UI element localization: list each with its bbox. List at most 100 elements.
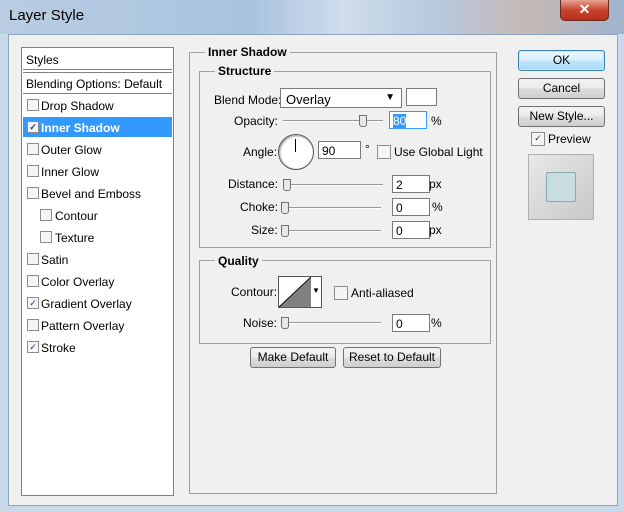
chevron-down-icon: ▼: [312, 286, 320, 295]
style-item-label: Bevel and Emboss: [41, 187, 142, 201]
choke-value: 0: [396, 201, 403, 215]
make-default-button[interactable]: Make Default: [250, 347, 336, 368]
reset-to-default-button[interactable]: Reset to Default: [343, 347, 441, 368]
style-item-inner-shadow[interactable]: ✓ Inner Shadow: [23, 117, 172, 137]
dialog-client: Styles Blending Options: Default Drop Sh…: [8, 34, 618, 506]
angle-unit: °: [365, 142, 370, 156]
opacity-slider-thumb[interactable]: [359, 115, 367, 127]
layer-style-dialog: Layer Style ✕ Styles Blending Options: D…: [0, 0, 624, 512]
quality-group: [199, 260, 491, 344]
distance-input[interactable]: 2: [392, 175, 430, 193]
size-slider-track[interactable]: [281, 230, 381, 232]
style-item-bevel-and-emboss[interactable]: Bevel and Emboss: [23, 183, 172, 203]
opacity-label: Opacity:: [234, 114, 279, 128]
texture-checkbox[interactable]: [40, 231, 52, 243]
bevel-and-emboss-checkbox[interactable]: [27, 187, 39, 199]
inner-shadow-checkbox[interactable]: ✓: [27, 121, 39, 133]
style-item-gradient-overlay[interactable]: ✓ Gradient Overlay: [23, 293, 172, 313]
angle-value: 90: [322, 144, 336, 158]
styles-header[interactable]: Styles: [23, 49, 172, 70]
angle-input[interactable]: 90: [318, 141, 361, 159]
gradient-overlay-checkbox[interactable]: ✓: [27, 297, 39, 309]
style-item-outer-glow[interactable]: Outer Glow: [23, 139, 172, 159]
style-item-pattern-overlay[interactable]: Pattern Overlay: [23, 315, 172, 335]
window-title: Layer Style: [9, 7, 85, 24]
contour-curve-icon: [279, 277, 311, 307]
cancel-button[interactable]: Cancel: [518, 78, 605, 99]
angle-dial[interactable]: [278, 134, 314, 170]
noise-unit: %: [431, 316, 442, 330]
noise-slider-track[interactable]: [281, 322, 381, 324]
style-item-drop-shadow[interactable]: Drop Shadow: [23, 95, 172, 115]
size-label: Size:: [251, 223, 278, 237]
distance-unit: px: [429, 177, 442, 191]
style-item-inner-glow[interactable]: Inner Glow: [23, 161, 172, 181]
style-item-label: Pattern Overlay: [41, 319, 125, 333]
distance-value: 2: [396, 178, 403, 192]
choke-slider-thumb[interactable]: [281, 202, 289, 214]
inner-glow-checkbox[interactable]: [27, 165, 39, 177]
style-item-satin[interactable]: Satin: [23, 249, 172, 269]
close-button[interactable]: ✕: [560, 0, 609, 21]
structure-title: Structure: [215, 64, 275, 78]
choke-input[interactable]: 0: [392, 198, 430, 216]
satin-checkbox[interactable]: [27, 253, 39, 265]
contour-checkbox[interactable]: [40, 209, 52, 221]
quality-title: Quality: [215, 254, 262, 268]
style-item-texture[interactable]: Texture: [23, 227, 172, 247]
preview-swatch: [546, 172, 576, 202]
size-value: 0: [396, 224, 403, 238]
pattern-overlay-checkbox[interactable]: [27, 319, 39, 331]
preview-checkbox[interactable]: ✓: [531, 132, 545, 146]
styles-panel: Styles Blending Options: Default Drop Sh…: [21, 47, 174, 496]
style-item-label: Satin: [41, 253, 69, 267]
use-global-light-checkbox[interactable]: [377, 145, 391, 159]
noise-label: Noise:: [243, 316, 278, 330]
opacity-unit: %: [431, 114, 442, 128]
close-icon: ✕: [578, 1, 591, 17]
opacity-slider-track[interactable]: [283, 120, 383, 122]
anti-aliased-checkbox[interactable]: [334, 286, 348, 300]
new-style-button[interactable]: New Style...: [518, 106, 605, 127]
blend-mode-select[interactable]: Overlay ▼: [280, 88, 402, 108]
distance-slider-thumb[interactable]: [283, 179, 291, 191]
stroke-checkbox[interactable]: ✓: [27, 341, 39, 353]
style-item-label: Outer Glow: [41, 143, 102, 157]
size-input[interactable]: 0: [392, 221, 430, 239]
choke-label: Choke:: [240, 200, 279, 214]
noise-slider-thumb[interactable]: [281, 317, 289, 329]
preview-label: Preview: [548, 132, 591, 146]
style-item-stroke[interactable]: ✓ Stroke: [23, 337, 172, 357]
style-item-label: Drop Shadow: [41, 99, 114, 113]
drop-shadow-checkbox[interactable]: [27, 99, 39, 111]
blending-options-item[interactable]: Blending Options: Default: [23, 72, 172, 94]
title-bar[interactable]: Layer Style ✕: [0, 0, 624, 34]
angle-needle: [295, 139, 296, 152]
choke-unit: %: [432, 200, 443, 214]
anti-aliased-label: Anti-aliased: [351, 286, 414, 300]
opacity-value: 80: [393, 114, 407, 128]
choke-slider-track[interactable]: [281, 207, 381, 209]
outer-glow-checkbox[interactable]: [27, 143, 39, 155]
distance-label: Distance:: [228, 177, 279, 191]
style-item-label: Stroke: [41, 341, 76, 355]
chevron-down-icon: ▼: [385, 92, 395, 103]
color-overlay-checkbox[interactable]: [27, 275, 39, 287]
style-item-label: Gradient Overlay: [41, 297, 132, 311]
contour-label: Contour:: [231, 285, 278, 299]
style-item-label: Texture: [55, 231, 95, 245]
ok-button[interactable]: OK: [518, 50, 605, 71]
size-slider-thumb[interactable]: [281, 225, 289, 237]
blend-mode-label: Blend Mode:: [214, 93, 282, 107]
blend-color-swatch[interactable]: [406, 88, 437, 106]
angle-label: Angle:: [243, 145, 278, 159]
style-item-color-overlay[interactable]: Color Overlay: [23, 271, 172, 291]
opacity-input[interactable]: 80: [389, 111, 427, 129]
style-item-label: Inner Glow: [41, 165, 100, 179]
style-item-contour[interactable]: Contour: [23, 205, 172, 225]
noise-input[interactable]: 0: [392, 314, 430, 332]
contour-picker[interactable]: ▼: [278, 276, 322, 308]
style-item-label: Color Overlay: [41, 275, 115, 289]
distance-slider-track[interactable]: [283, 184, 383, 186]
style-item-label: Contour: [55, 209, 98, 223]
